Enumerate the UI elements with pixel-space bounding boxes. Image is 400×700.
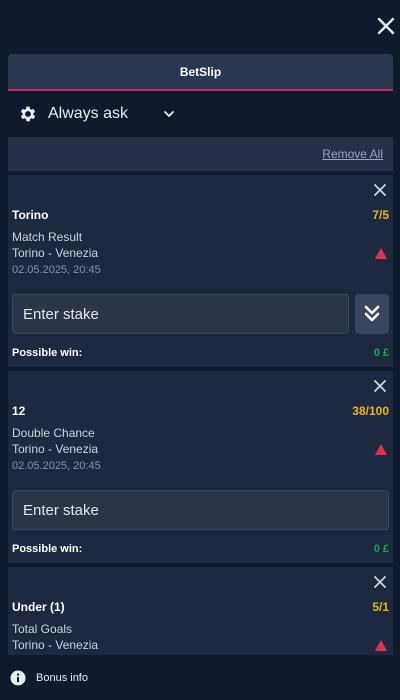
bet-event: Torino - Venezia (12, 442, 99, 456)
bet-event: Torino - Venezia (12, 638, 99, 652)
bet-market: Match Result (12, 230, 83, 244)
bet-selection: 12 (12, 404, 26, 418)
close-icon[interactable] (373, 575, 387, 589)
stake-input[interactable] (12, 294, 349, 334)
multiply-stake-button[interactable] (355, 294, 389, 334)
remove-all-link[interactable]: Remove All (322, 147, 383, 161)
info-icon (10, 670, 26, 686)
warning-icon (375, 444, 387, 455)
close-icon[interactable] (372, 12, 400, 40)
warning-icon (375, 248, 387, 259)
bet-odds: 5/1 (372, 600, 389, 614)
possible-win-label: Possible win: (12, 543, 83, 555)
gear-icon (20, 106, 36, 122)
bet-odds: 7/5 (372, 208, 389, 222)
warning-icon (375, 640, 387, 651)
stake-input[interactable] (12, 490, 389, 530)
chevron-down-icon (164, 111, 174, 117)
bet-selection: Under (1) (12, 600, 65, 614)
bet-market: Total Goals (12, 622, 73, 636)
bet-datetime: 02.05.2025, 20:45 (12, 460, 101, 472)
bet-card: Under (1) 5/1 Total Goals Torino - Venez… (8, 567, 393, 655)
possible-win-label: Possible win: (12, 347, 83, 359)
bet-market: Double Chance (12, 426, 95, 440)
tab-betslip-label: BetSlip (179, 64, 222, 79)
bet-selection: Torino (12, 208, 49, 222)
double-chevron-down-icon (364, 305, 380, 322)
possible-win-value: 0 £ (373, 347, 389, 359)
bet-datetime: 02.05.2025, 20:45 (12, 264, 101, 276)
bonus-info-label: Bonus info (36, 672, 88, 684)
bet-card: Torino 7/5 Match Result Torino - Venezia… (8, 175, 393, 367)
close-icon[interactable] (373, 379, 387, 393)
bonus-info-link[interactable]: Bonus info (10, 670, 88, 686)
bet-card: 12 38/100 Double Chance Torino - Venezia… (8, 371, 393, 563)
remove-all-bar: Remove All (8, 137, 393, 171)
odds-change-setting-label: Always ask (48, 105, 129, 122)
odds-change-setting-dropdown[interactable]: Always ask (18, 100, 176, 128)
close-icon[interactable] (373, 183, 387, 197)
bet-event: Torino - Venezia (12, 246, 99, 260)
tab-betslip[interactable]: BetSlip (8, 54, 393, 91)
bet-odds: 38/100 (352, 404, 389, 418)
possible-win-value: 0 £ (373, 543, 389, 555)
